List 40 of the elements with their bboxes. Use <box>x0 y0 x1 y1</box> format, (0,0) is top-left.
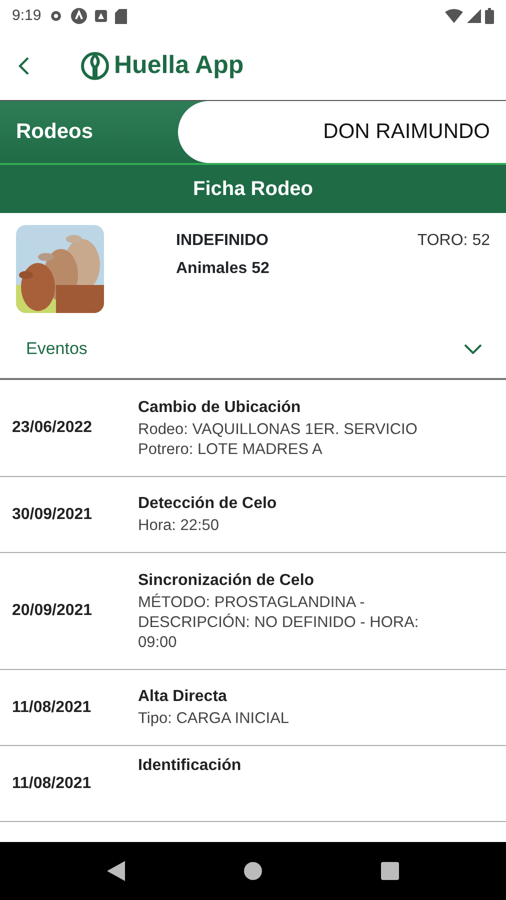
recents-nav-icon[interactable] <box>380 862 399 880</box>
page-title: Ficha Rodeo <box>192 177 313 202</box>
event-date: 11/08/2021 <box>12 774 92 794</box>
back-nav-icon[interactable] <box>107 861 126 881</box>
sd-card-icon <box>115 8 128 24</box>
home-nav-icon[interactable] <box>244 862 262 880</box>
bull-count: TORO: 52 <box>417 232 490 249</box>
event-row[interactable]: 11/08/2021 Alta Directa Tipo: CARGA INICIAL <box>0 670 506 746</box>
event-date: 30/09/2021 <box>12 504 94 524</box>
clock-time: 9:19 <box>12 6 42 26</box>
event-detail: Potrero: LOTE MADRES A <box>138 440 324 460</box>
notification-icon <box>95 10 108 22</box>
signal-icon <box>467 9 481 23</box>
event-row[interactable]: 23/06/2022 Cambio de Ubicación Rodeo: VAQUILLONAS 1ER. SERVICIO Potrero: LOTE MADRES A <box>0 380 506 477</box>
event-detail: Rodeo: VAQUILLONAS 1ER. SERVICIO <box>138 420 418 440</box>
app-title: Huella App <box>114 50 244 82</box>
logo-icon <box>80 51 110 81</box>
event-title: Identificación <box>138 756 242 776</box>
establishment-name: DON RAIMUNDO <box>323 119 490 146</box>
battery-icon <box>485 8 494 24</box>
event-date: 20/09/2021 <box>12 601 94 621</box>
event-row[interactable]: 20/09/2021 Sincronización de Celo MÉTODO: PROSTAGLANDINA - DESCRIPCIÓN: NO DEFINIDO - HORA: 09:00 <box>0 553 506 670</box>
event-row[interactable]: 30/09/2021 Detección de Celo Hora: 22:50 <box>0 477 506 553</box>
event-detail: Hora: 22:50 <box>138 516 220 536</box>
event-title: Sincronización de Celo <box>138 570 316 591</box>
event-date: 11/08/2021 <box>12 698 92 718</box>
event-row[interactable]: 11/08/2021 Identificación <box>0 746 506 822</box>
herd-category: INDEFINIDO <box>176 231 270 251</box>
wifi-icon <box>445 9 463 23</box>
animal-count: Animales 52 <box>176 259 270 279</box>
event-title: Cambio de Ubicación <box>138 398 302 418</box>
events-dropdown[interactable]: Eventos <box>0 320 506 380</box>
back-icon[interactable] <box>18 56 30 76</box>
event-title: Detección de Celo <box>138 494 277 514</box>
section-label: Rodeos <box>16 120 94 144</box>
event-date: 23/06/2022 <box>12 418 94 438</box>
notification-icon <box>71 8 88 24</box>
event-detail: Tipo: CARGA INICIAL <box>138 709 290 730</box>
event-title: Alta Directa <box>138 687 228 708</box>
event-detail: MÉTODO: PROSTAGLANDINA - DESCRIPCIÓN: NO DEFINIDO - HORA: 09:00 <box>138 592 420 654</box>
